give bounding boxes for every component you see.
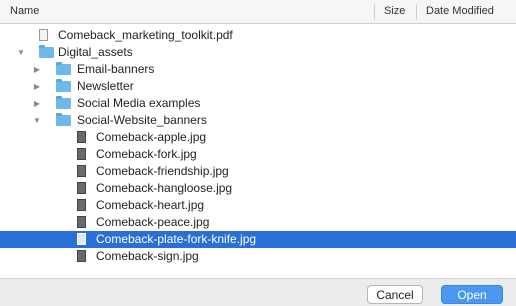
file-list[interactable]: Comeback_marketing_toolkit.pdf ▼ Digital…: [0, 24, 516, 278]
image-file-icon: [77, 148, 86, 160]
column-date-modified[interactable]: Date Modified: [426, 0, 494, 23]
item-label: Comeback-plate-fork-knife.jpg: [96, 232, 257, 246]
item-label: Newsletter: [77, 79, 134, 93]
list-item[interactable]: Comeback-friendship.jpg: [0, 163, 516, 180]
item-label: Digital_assets: [58, 45, 133, 59]
item-label: Comeback_marketing_toolkit.pdf: [58, 28, 233, 42]
open-button[interactable]: Open: [441, 285, 503, 304]
folder-icon: [39, 45, 54, 58]
disclosure-expanded-icon[interactable]: ▼: [16, 44, 26, 61]
folder-icon: [56, 79, 71, 92]
disclosure-collapsed-icon[interactable]: ▶: [32, 95, 42, 112]
folder-icon: [56, 62, 71, 75]
image-file-icon: [77, 131, 86, 143]
list-item[interactable]: Comeback-apple.jpg: [0, 129, 516, 146]
disclosure-collapsed-icon[interactable]: ▶: [32, 78, 42, 95]
folder-icon: [56, 113, 71, 126]
column-divider: [374, 4, 375, 20]
list-item[interactable]: ▶ Social Media examples: [0, 95, 516, 112]
file-open-dialog: Name Size Date Modified Comeback_marketi…: [0, 0, 516, 306]
folder-icon: [56, 96, 71, 109]
image-file-icon: [77, 216, 86, 228]
list-item[interactable]: Comeback-sign.jpg: [0, 248, 516, 265]
item-label: Comeback-peace.jpg: [96, 215, 210, 229]
list-item[interactable]: Comeback-peace.jpg: [0, 214, 516, 231]
list-item[interactable]: ▼ Digital_assets: [0, 44, 516, 61]
item-label: Comeback-hangloose.jpg: [96, 181, 233, 195]
list-item[interactable]: Comeback_marketing_toolkit.pdf: [0, 27, 516, 44]
item-label: Comeback-apple.jpg: [96, 130, 207, 144]
item-label: Email-banners: [77, 62, 155, 76]
list-item[interactable]: ▶ Newsletter: [0, 78, 516, 95]
image-file-icon: [77, 250, 86, 262]
dialog-footer: Cancel Open: [0, 278, 516, 306]
item-label: Comeback-fork.jpg: [96, 147, 197, 161]
column-header: Name Size Date Modified: [0, 0, 516, 24]
disclosure-collapsed-icon[interactable]: ▶: [32, 61, 42, 78]
column-name[interactable]: Name: [10, 0, 39, 23]
cancel-button[interactable]: Cancel: [367, 285, 423, 304]
item-label: Comeback-friendship.jpg: [96, 164, 229, 178]
list-item[interactable]: ▶ Email-banners: [0, 61, 516, 78]
item-label: Comeback-heart.jpg: [96, 198, 205, 212]
item-label: Comeback-sign.jpg: [96, 249, 199, 263]
disclosure-expanded-icon[interactable]: ▼: [32, 112, 42, 129]
image-file-icon: [77, 182, 86, 194]
document-icon: [39, 29, 48, 41]
list-item[interactable]: ▼ Social-Website_banners: [0, 112, 516, 129]
image-file-icon: [77, 199, 86, 211]
column-size[interactable]: Size: [384, 0, 405, 23]
column-divider: [416, 4, 417, 20]
image-file-icon: [77, 165, 86, 177]
image-file-icon: [77, 233, 86, 245]
item-label: Social-Website_banners: [77, 113, 207, 127]
list-item[interactable]: Comeback-hangloose.jpg: [0, 180, 516, 197]
list-item[interactable]: Comeback-heart.jpg: [0, 197, 516, 214]
list-item[interactable]: Comeback-fork.jpg: [0, 146, 516, 163]
list-item-selected[interactable]: Comeback-plate-fork-knife.jpg: [0, 231, 516, 248]
item-label: Social Media examples: [77, 96, 201, 110]
